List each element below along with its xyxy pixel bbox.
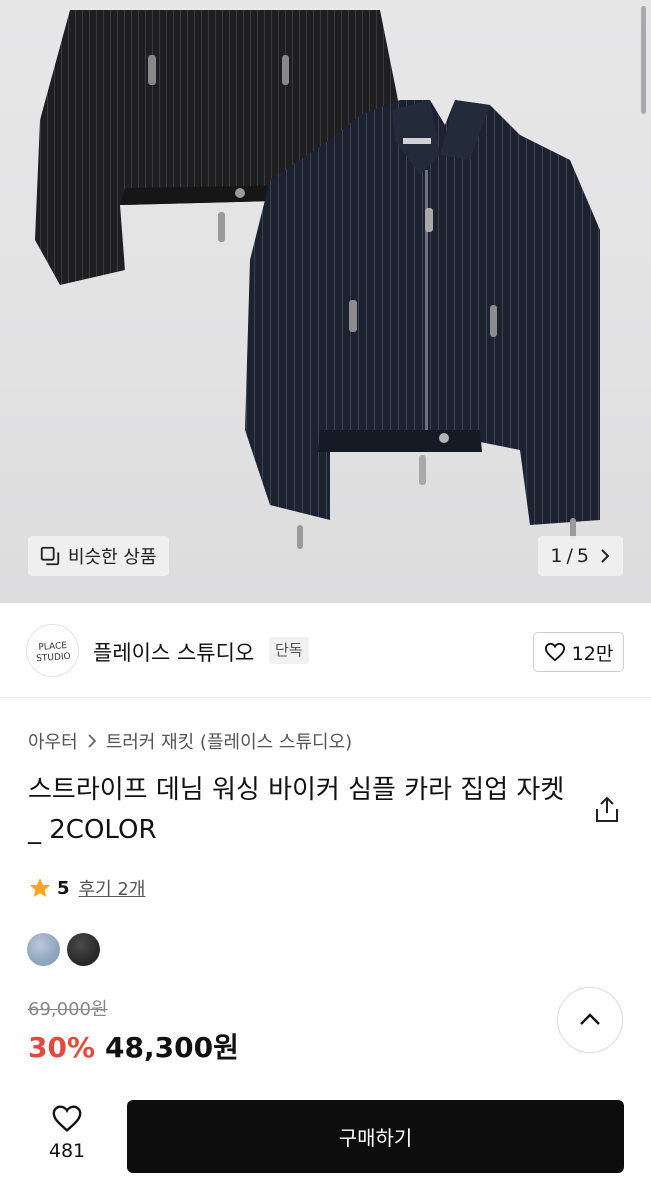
sale-price: 48,300원: [105, 1031, 239, 1064]
color-options: [27, 933, 107, 966]
heart-outline-icon: [52, 1105, 82, 1132]
similar-items-button[interactable]: 비슷한 상품: [28, 536, 169, 576]
color-swatch-black[interactable]: [67, 933, 100, 966]
brand-name[interactable]: 플레이스 스튜디오: [93, 637, 254, 667]
chevron-up-icon: [580, 1013, 600, 1025]
svg-text:PLACE: PLACE: [38, 641, 68, 653]
product-title: 스트라이프 데님 워싱 바이커 심플 카라 집업 자켓 _ 2COLOR: [28, 775, 565, 845]
breadcrumb: 아우터 트러커 재킷 (플레이스 스튜디오): [28, 728, 352, 754]
wishlist-count: 481: [48, 1140, 86, 1162]
similar-items-icon: [40, 546, 60, 566]
chevron-right-icon: [88, 734, 96, 748]
heart-outline-icon: [544, 642, 565, 662]
breadcrumb-category[interactable]: 아우터: [28, 728, 78, 754]
rating-score: 5: [57, 877, 70, 899]
brand-logo[interactable]: PLACE STUDIO: [26, 624, 79, 677]
wishlist-button[interactable]: 481: [40, 1104, 94, 1162]
scroll-to-top-button[interactable]: [557, 987, 623, 1053]
navy-jacket-image: [245, 100, 600, 549]
brand-logo-mark: PLACE STUDIO: [36, 641, 71, 664]
image-pager[interactable]: 1 / 5: [538, 536, 623, 576]
exclusive-badge: 단독: [269, 637, 309, 664]
brand-row: PLACE STUDIO 플레이스 스튜디오 단독 12만: [0, 603, 651, 698]
similar-items-label: 비슷한 상품: [68, 547, 157, 568]
chevron-right-icon: [601, 549, 610, 563]
scrollbar[interactable]: [635, 0, 651, 120]
bottom-action-bar: 481 구매하기: [0, 1090, 651, 1200]
pager-total: 5: [576, 545, 589, 567]
breadcrumb-subcategory[interactable]: 트러커 재킷 (플레이스 스튜디오): [106, 728, 353, 754]
star-icon: [30, 878, 50, 897]
pager-current: 1: [550, 545, 563, 567]
buy-button[interactable]: 구매하기: [127, 1100, 624, 1173]
brand-like-count: 12만: [571, 642, 614, 665]
price-row: 30% 48,300원: [28, 1026, 239, 1066]
brand-like-button[interactable]: 12만: [533, 632, 624, 672]
pager-separator: /: [566, 545, 573, 567]
color-swatch-blue[interactable]: [27, 933, 60, 966]
original-price: 69,000원: [28, 999, 108, 1020]
product-photo: [35, 10, 600, 549]
svg-text:STUDIO: STUDIO: [36, 652, 71, 664]
discount-rate: 30%: [28, 1031, 96, 1064]
review-count-link[interactable]: 후기 2개: [79, 875, 146, 901]
product-image-gallery[interactable]: 비슷한 상품 1 / 5: [0, 0, 651, 603]
share-icon[interactable]: [594, 796, 620, 824]
rating: 5 후기 2개: [28, 875, 145, 901]
